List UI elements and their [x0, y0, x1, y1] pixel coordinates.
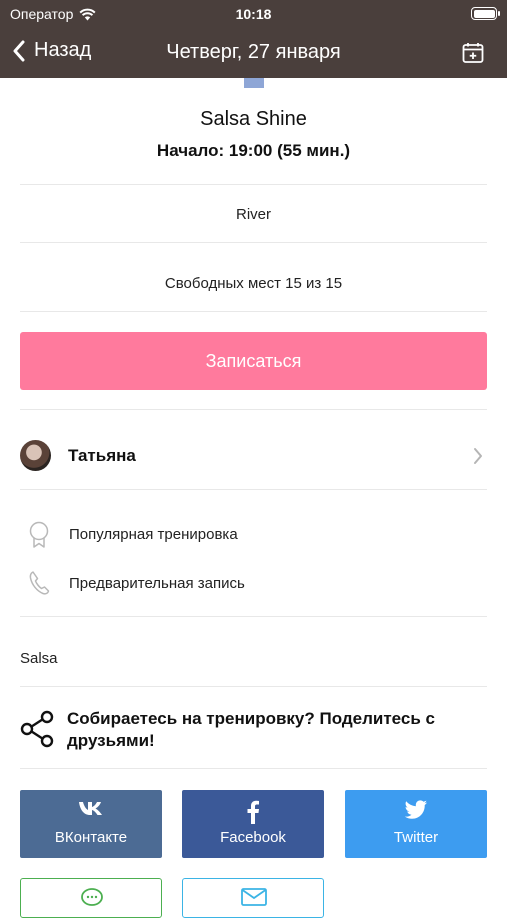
- category-color-tab: [244, 78, 264, 88]
- calendar-add-icon: [462, 43, 484, 63]
- class-start-time: Начало: 19:00 (55 мин.): [156, 141, 351, 160]
- vk-share-button[interactable]: ВКонтакте: [20, 790, 162, 858]
- signup-button[interactable]: Записаться: [20, 332, 487, 390]
- mail-icon: [241, 888, 267, 906]
- email-share-button[interactable]: [182, 878, 324, 918]
- add-to-calendar-button[interactable]: [461, 41, 485, 70]
- navigation-bar: Назад Четверг, 27 января: [0, 28, 507, 78]
- twitter-label: Twitter: [393, 829, 439, 846]
- divider: [20, 311, 487, 312]
- feature-label: Предварительная запись: [69, 575, 245, 592]
- spots-available: Свободных мест 15 из 15: [164, 275, 343, 292]
- facebook-share-button[interactable]: Facebook: [182, 790, 324, 858]
- signup-button-label: Записаться: [205, 350, 302, 371]
- message-share-button[interactable]: [20, 878, 162, 918]
- divider: [20, 184, 487, 185]
- feature-label: Популярная тренировка: [69, 526, 238, 543]
- trainer-name: Татьяна: [68, 446, 136, 465]
- phone-icon: [29, 571, 50, 595]
- message-icon: [81, 888, 103, 906]
- vk-label: ВКонтакте: [54, 829, 128, 846]
- facebook-label: Facebook: [220, 829, 286, 846]
- trainer-row[interactable]: Татьяна: [0, 432, 507, 480]
- divider: [20, 242, 487, 243]
- status-time: 10:18: [235, 6, 272, 22]
- battery-icon: [471, 7, 500, 20]
- chevron-right-icon: [474, 448, 482, 464]
- class-tag: Salsa: [20, 650, 58, 667]
- award-icon: [29, 521, 49, 548]
- share-section: Собираетесь на тренировку? Поделитесь с …: [0, 705, 507, 755]
- divider: [20, 409, 487, 410]
- class-title: Salsa Shine: [200, 108, 307, 130]
- room-label: River: [235, 206, 271, 223]
- twitter-share-button[interactable]: Twitter: [345, 790, 487, 858]
- share-prompt: Собираетесь на тренировку? Поделитесь с …: [67, 709, 435, 750]
- divider: [20, 489, 487, 490]
- status-bar: Оператор 10:18: [0, 0, 507, 28]
- page-title: Четверг, 27 января: [166, 41, 341, 63]
- class-header: Salsa Shine Начало: 19:00 (55 мин.): [0, 108, 507, 161]
- divider: [20, 616, 487, 617]
- twitter-icon: [404, 800, 427, 819]
- share-icon: [20, 710, 54, 748]
- feature-popular: Популярная тренировка: [0, 519, 507, 549]
- feature-preregistration: Предварительная запись: [0, 568, 507, 598]
- divider: [20, 768, 487, 769]
- avatar: [20, 440, 51, 471]
- facebook-icon: [247, 800, 259, 824]
- vk-icon: [79, 802, 102, 815]
- divider: [20, 686, 487, 687]
